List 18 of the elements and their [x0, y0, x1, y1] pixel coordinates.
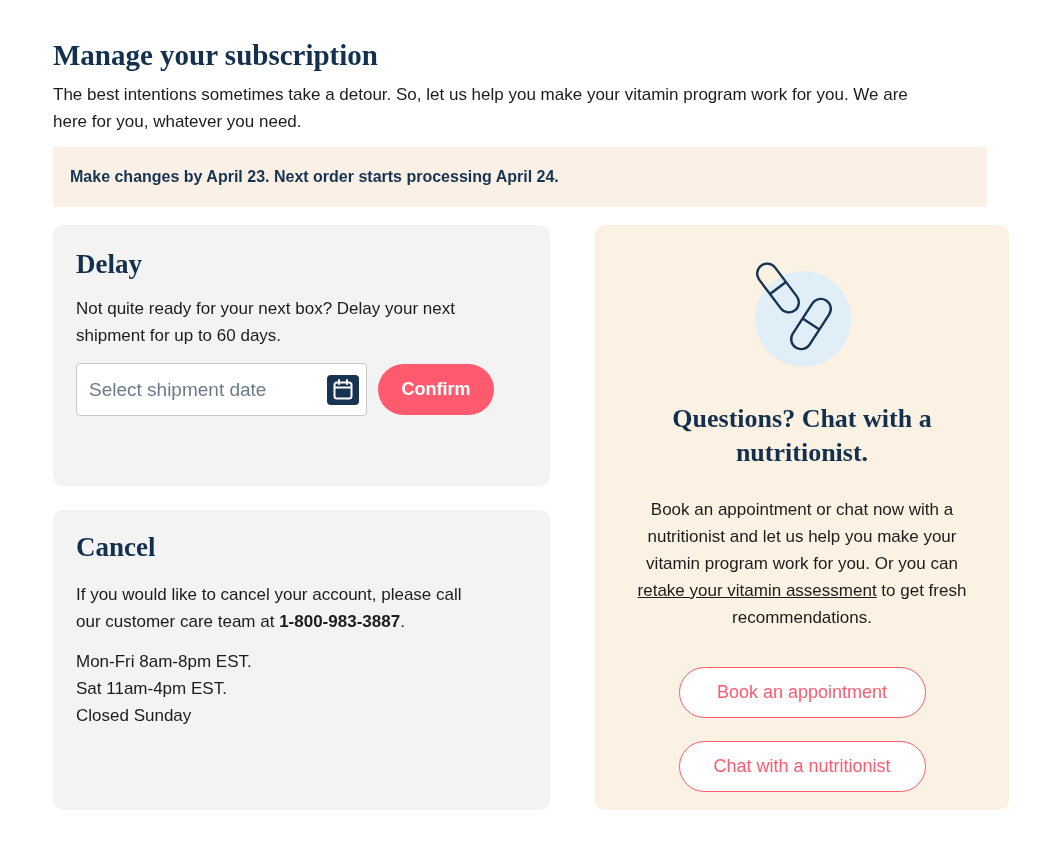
page-title: Manage your subscription	[53, 38, 379, 73]
cancel-title: Cancel	[76, 531, 157, 564]
intro-text: The best intentions sometimes take a detour. So, let us help you make your vitamin program work for you. We are here for you, whatever you need.	[53, 84, 909, 133]
outline-button[interactable]: Chat with a nutritionist	[678, 741, 926, 792]
hours-line: Closed Sunday	[76, 705, 193, 727]
chat-description: Book an appointment or chat now with a nutritionist and let us help you make your vitamin program work for you. Or you can retake your vitamin assessment to get fresh recommendations.	[636, 499, 968, 629]
outline-button[interactable]: Book an appointment	[678, 667, 926, 718]
confirm-button[interactable]: Confirm	[378, 364, 494, 415]
calendar-icon[interactable]	[327, 375, 359, 405]
hours-line: Sat 11am-4pm EST.	[76, 678, 228, 700]
delay-title: Delay	[76, 248, 143, 281]
date-field[interactable]: Select shipment date	[76, 363, 367, 416]
assessment-link[interactable]: retake your vitamin assessment	[637, 581, 877, 600]
notice-text: Make changes by April 23. Next order starts processing April 24.	[70, 167, 559, 187]
cancel-description: If you would like to cancel your account, please call our customer care team at 1-800-983-3887.	[76, 584, 463, 633]
chat-title: Questions? Chat with a nutritionist.	[671, 403, 933, 469]
delay-description: Not quite ready for your next box? Delay your next shipment for up to 60 days.	[76, 298, 456, 347]
hours-line: Mon-Fri 8am-8pm EST.	[76, 651, 253, 673]
